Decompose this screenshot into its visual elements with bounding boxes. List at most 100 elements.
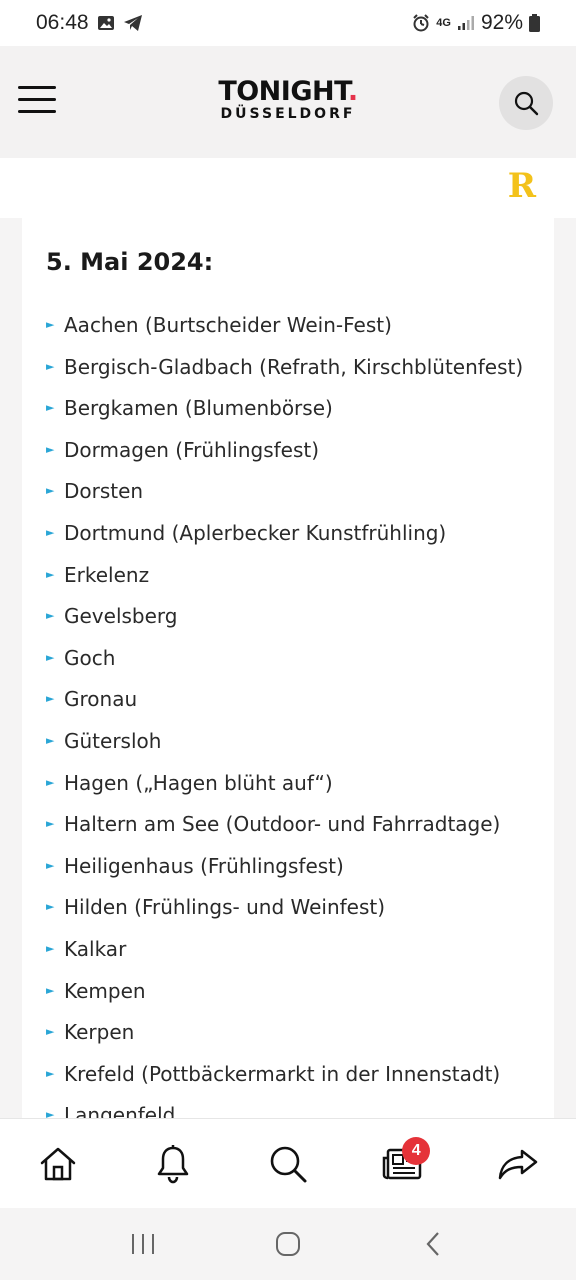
bottom-nav: 4 <box>0 1118 576 1208</box>
bullet-icon: ► <box>46 858 55 872</box>
list-item-text: Kalkar <box>64 936 127 961</box>
recent-apps-button[interactable] <box>113 1219 173 1269</box>
back-button[interactable] <box>403 1219 463 1269</box>
list-item-text: Heiligenhaus (Frühlingsfest) <box>64 853 344 878</box>
list-item-text: Krefeld (Pottbäckermarkt in der Innensta… <box>64 1061 501 1086</box>
bell-icon <box>157 1144 189 1183</box>
list-item-text: Dortmund (Aplerbecker Kunstfrühling) <box>64 520 447 545</box>
bullet-icon: ► <box>46 318 55 331</box>
bullet-icon: ► <box>46 1025 55 1039</box>
bullet-icon: ► <box>46 775 55 789</box>
bullet-icon: ► <box>46 1108 55 1118</box>
list-item: ► Kempen <box>46 979 541 1005</box>
bullet-icon: ► <box>46 359 55 373</box>
list-item-text: Dorsten <box>64 479 144 504</box>
logo-city: DÜSSELDORF <box>220 106 356 122</box>
site-logo[interactable]: TONIGHT. DÜSSELDORF <box>0 78 576 123</box>
bullet-icon: ► <box>46 692 55 706</box>
date-heading: 5. Mai 2024: <box>46 248 214 276</box>
home-icon <box>40 1147 75 1180</box>
bullet-icon: ► <box>46 401 55 415</box>
home-system-button[interactable] <box>258 1219 318 1269</box>
signal-icon <box>457 16 474 30</box>
list-item: ► Bergisch-Gladbach (Refrath, Kirschblüte… <box>46 355 541 381</box>
app-header: TONIGHT. DÜSSELDORF <box>0 46 576 158</box>
logo-dot: . <box>347 76 358 107</box>
header-search-button[interactable] <box>499 76 553 130</box>
list-item-text: Dormagen (Frühlingsfest) <box>64 437 320 462</box>
list-item: ► Dorsten <box>46 479 541 505</box>
telegram-icon <box>123 15 142 31</box>
list-item-text: Gütersloh <box>64 728 162 753</box>
nav-notifications[interactable] <box>143 1134 203 1194</box>
bullet-icon: ► <box>46 525 55 539</box>
list-item: ► Bergkamen (Blumenbörse) <box>46 396 541 422</box>
event-list: ► Aachen (Burtscheider Wein-Fest) ► Bergis… <box>46 313 541 1118</box>
list-item-text: Bergisch-Gladbach (Refrath, Kirschblüten… <box>64 354 524 379</box>
share-icon <box>499 1149 538 1179</box>
bullet-icon: ► <box>46 442 55 456</box>
list-item: ► Kerpen <box>46 1020 541 1046</box>
list-item: ► Erkelenz <box>46 563 541 589</box>
status-left: 06:48 <box>36 11 143 35</box>
list-item: ► Heiligenhaus (Frühlingsfest) <box>46 854 541 880</box>
nav-news[interactable]: 4 <box>373 1134 433 1194</box>
network-type: 4G <box>436 17 451 29</box>
list-item: ► Langenfeld <box>46 1103 541 1118</box>
list-item-text: Hilden (Frühlings- und Weinfest) <box>64 895 386 920</box>
recent-apps-icon <box>131 1234 154 1254</box>
news-badge: 4 <box>402 1136 431 1165</box>
home-circle-icon <box>275 1232 300 1256</box>
system-nav-bar <box>0 1208 576 1280</box>
list-item-text: Haltern am See (Outdoor- und Fahrradtage… <box>64 812 501 837</box>
search-icon <box>514 91 539 116</box>
list-item: ► Hilden (Frühlings- und Weinfest) <box>46 895 541 921</box>
ad-banner[interactable]: R <box>0 158 576 218</box>
list-item-text: Erkelenz <box>64 562 150 587</box>
list-item: ► Aachen (Burtscheider Wein-Fest) <box>46 313 541 339</box>
list-item-text: Hagen („Hagen blüht auf“) <box>64 770 333 795</box>
battery-icon <box>529 14 540 32</box>
list-item: ► Hagen („Hagen blüht auf“) <box>46 771 541 797</box>
list-item: ► Dormagen (Frühlingsfest) <box>46 438 541 464</box>
list-item-text: Aachen (Burtscheider Wein-Fest) <box>64 313 392 337</box>
list-item: ► Gevelsberg <box>46 604 541 630</box>
nav-home[interactable] <box>28 1134 88 1194</box>
bullet-icon: ► <box>46 484 55 498</box>
article-content: 5. Mai 2024: ► Aachen (Burtscheider Wein-… <box>22 218 554 1118</box>
bullet-icon: ► <box>46 567 55 581</box>
list-item-text: Goch <box>64 645 116 670</box>
bullet-icon: ► <box>46 817 55 831</box>
list-item: ► Goch <box>46 646 541 672</box>
alarm-icon <box>413 14 429 32</box>
list-item-text: Langenfeld <box>64 1103 176 1118</box>
gallery-icon <box>97 16 114 30</box>
list-item-text: Kempen <box>64 978 146 1003</box>
bullet-icon: ► <box>46 900 55 914</box>
status-bar: 06:48 4G 92% <box>0 0 576 46</box>
nav-search[interactable] <box>258 1134 318 1194</box>
list-item: ► Dortmund (Aplerbecker Kunstfrühling) <box>46 521 541 547</box>
bullet-icon: ► <box>46 983 55 997</box>
list-item: ► Gütersloh <box>46 729 541 755</box>
bullet-icon: ► <box>46 609 55 623</box>
nav-share[interactable] <box>488 1134 548 1194</box>
list-item-text: Gronau <box>64 687 138 712</box>
list-item-text: Bergkamen (Blumenbörse) <box>64 396 333 421</box>
list-item: ► Gronau <box>46 687 541 713</box>
search-icon <box>270 1146 307 1182</box>
status-time: 06:48 <box>36 11 89 34</box>
status-right: 4G 92% <box>412 11 540 35</box>
bullet-icon: ► <box>46 1066 55 1080</box>
list-item: ► Haltern am See (Outdoor- und Fahrradtag… <box>46 812 541 838</box>
list-item-text: Gevelsberg <box>64 604 178 629</box>
list-item-text: Kerpen <box>64 1020 135 1045</box>
back-chevron-icon <box>426 1232 440 1256</box>
list-item: ► Kalkar <box>46 937 541 963</box>
bullet-icon: ► <box>46 733 55 747</box>
bullet-icon: ► <box>46 941 55 955</box>
bullet-icon: ► <box>46 650 55 664</box>
ad-logo: R <box>507 166 536 206</box>
battery-level: 92% <box>480 11 523 34</box>
logo-wordmark: TONIGHT. <box>0 78 576 106</box>
